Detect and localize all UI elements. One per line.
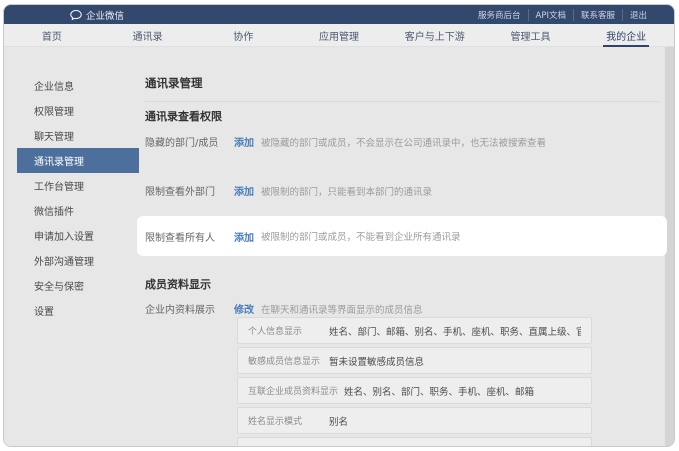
main-panel: 通讯录管理 通讯录查看权限 隐藏的部门/成员 添加 被隐藏的部门或成员，不会显示… <box>140 47 668 446</box>
tab-my-company[interactable]: 我的企业 <box>578 24 674 46</box>
chat-bubble-icon <box>70 10 82 20</box>
sidebar-item-permissions[interactable]: 权限管理 <box>17 98 139 123</box>
sidebar-item-security[interactable]: 安全与保密 <box>17 273 139 298</box>
setting-label: 限制查看所有人 <box>145 229 234 244</box>
panel-row-name-display-mode: 姓名显示模式 别名 <box>237 407 592 434</box>
add-link[interactable]: 添加 <box>234 183 254 198</box>
panel-value: 职务 <box>329 444 348 448</box>
panel-value: 姓名、部门、邮箱、别名、手机、座机、职务、直属上级、官网、测... <box>329 324 581 338</box>
sidebar-item-external-communication[interactable]: 外部沟通管理 <box>17 248 139 273</box>
setting-label: 企业内资料展示 <box>145 301 234 316</box>
sidebar: 企业信息 权限管理 聊天管理 通讯录管理 工作台管理 微信插件 申请加入设置 外… <box>17 73 139 323</box>
tab-app-management[interactable]: 应用管理 <box>291 24 387 46</box>
sidebar-item-contacts-management[interactable]: 通讯录管理 <box>17 148 139 173</box>
topbar-link-service-console[interactable]: 服务商后台 <box>471 9 528 21</box>
panel-label: 敏感成员信息显示 <box>248 354 323 367</box>
add-link[interactable]: 添加 <box>234 229 254 244</box>
panel-row-personal-info: 个人信息显示 姓名、部门、邮箱、别名、手机、座机、职务、直属上级、官网、测... <box>237 317 592 344</box>
panel-value: 别名 <box>329 414 348 428</box>
panel-row-desktop-info: 桌面端信息显示 职务 <box>237 437 592 447</box>
panel-row-sensitive-info: 敏感成员信息显示 暂未设置敏感成员信息 <box>237 347 592 374</box>
section-title-member-profile: 成员资料显示 <box>145 276 211 292</box>
sidebar-item-company-info[interactable]: 企业信息 <box>17 73 139 98</box>
divider <box>145 101 659 102</box>
modify-link[interactable]: 修改 <box>234 301 254 316</box>
setting-label: 限制查看外部门 <box>145 183 234 198</box>
highlighted-row-restrict-everyone: 限制查看所有人 添加 被限制的部门或成员，不能看到企业所有通讯录 <box>137 216 667 256</box>
nav-bar: 首页 通讯录 协作 应用管理 客户与上下游 管理工具 我的企业 <box>4 24 674 47</box>
setting-row-restrict-other-departments: 限制查看外部门 添加 被限制的部门，只能看到本部门的通讯录 <box>145 183 432 198</box>
panel-value: 姓名、别名、部门、职务、手机、座机、邮箱 <box>344 384 534 398</box>
setting-row-internal-profile: 企业内资料展示 修改 在聊天和通讯录等界面显示的成员信息 <box>145 301 423 316</box>
profile-display-panel: 个人信息显示 姓名、部门、邮箱、别名、手机、座机、职务、直属上级、官网、测...… <box>237 317 592 447</box>
setting-description: 被隐藏的部门或成员，不会显示在公司通讯录中，也无法被搜索查看 <box>261 135 546 149</box>
setting-description: 被限制的部门或成员，不能看到企业所有通讯录 <box>261 229 461 243</box>
topbar-link-api-docs[interactable]: API文档 <box>528 9 573 21</box>
panel-label: 个人信息显示 <box>248 324 323 337</box>
panel-label: 桌面端信息显示 <box>248 444 323 447</box>
tab-customers[interactable]: 客户与上下游 <box>387 24 483 46</box>
app-window: 企业微信 服务商后台 API文档 联系客服 退出 首页 通讯录 协作 应用管理 … <box>3 4 675 447</box>
setting-label: 隐藏的部门/成员 <box>145 134 234 149</box>
setting-description: 在聊天和通讯录等界面显示的成员信息 <box>261 302 423 316</box>
panel-row-linked-company-info: 互联企业成员资料显示 姓名、别名、部门、职务、手机、座机、邮箱 <box>237 377 592 404</box>
setting-row-restrict-everyone: 限制查看所有人 添加 被限制的部门或成员，不能看到企业所有通讯录 <box>137 216 667 256</box>
setting-description: 被限制的部门，只能看到本部门的通讯录 <box>261 184 432 198</box>
section-title-view-permissions: 通讯录查看权限 <box>145 108 222 124</box>
sidebar-item-settings[interactable]: 设置 <box>17 298 139 323</box>
sidebar-item-workbench[interactable]: 工作台管理 <box>17 173 139 198</box>
panel-label: 互联企业成员资料显示 <box>248 384 338 397</box>
add-link[interactable]: 添加 <box>234 134 254 149</box>
topbar-links: 服务商后台 API文档 联系客服 退出 <box>471 9 654 21</box>
topbar-link-contact-support[interactable]: 联系客服 <box>573 9 622 21</box>
topbar: 企业微信 服务商后台 API文档 联系客服 退出 <box>4 5 674 24</box>
app-logo: 企业微信 <box>70 8 124 22</box>
content-area: 企业信息 权限管理 聊天管理 通讯录管理 工作台管理 微信插件 申请加入设置 外… <box>4 47 674 446</box>
tab-admin-tools[interactable]: 管理工具 <box>483 24 579 46</box>
setting-row-hidden-departments: 隐藏的部门/成员 添加 被隐藏的部门或成员，不会显示在公司通讯录中，也无法被搜索… <box>145 134 546 149</box>
sidebar-item-join-settings[interactable]: 申请加入设置 <box>17 223 139 248</box>
app-logo-text: 企业微信 <box>86 8 124 22</box>
panel-value: 暂未设置敏感成员信息 <box>329 354 424 368</box>
panel-label: 姓名显示模式 <box>248 414 323 427</box>
topbar-link-logout[interactable]: 退出 <box>622 9 654 21</box>
tab-collaboration[interactable]: 协作 <box>195 24 291 46</box>
tab-contacts[interactable]: 通讯录 <box>100 24 196 46</box>
tab-home[interactable]: 首页 <box>4 24 100 46</box>
sidebar-item-wechat-plugin[interactable]: 微信插件 <box>17 198 139 223</box>
sidebar-item-chat-management[interactable]: 聊天管理 <box>17 123 139 148</box>
page-title: 通讯录管理 <box>145 75 203 91</box>
